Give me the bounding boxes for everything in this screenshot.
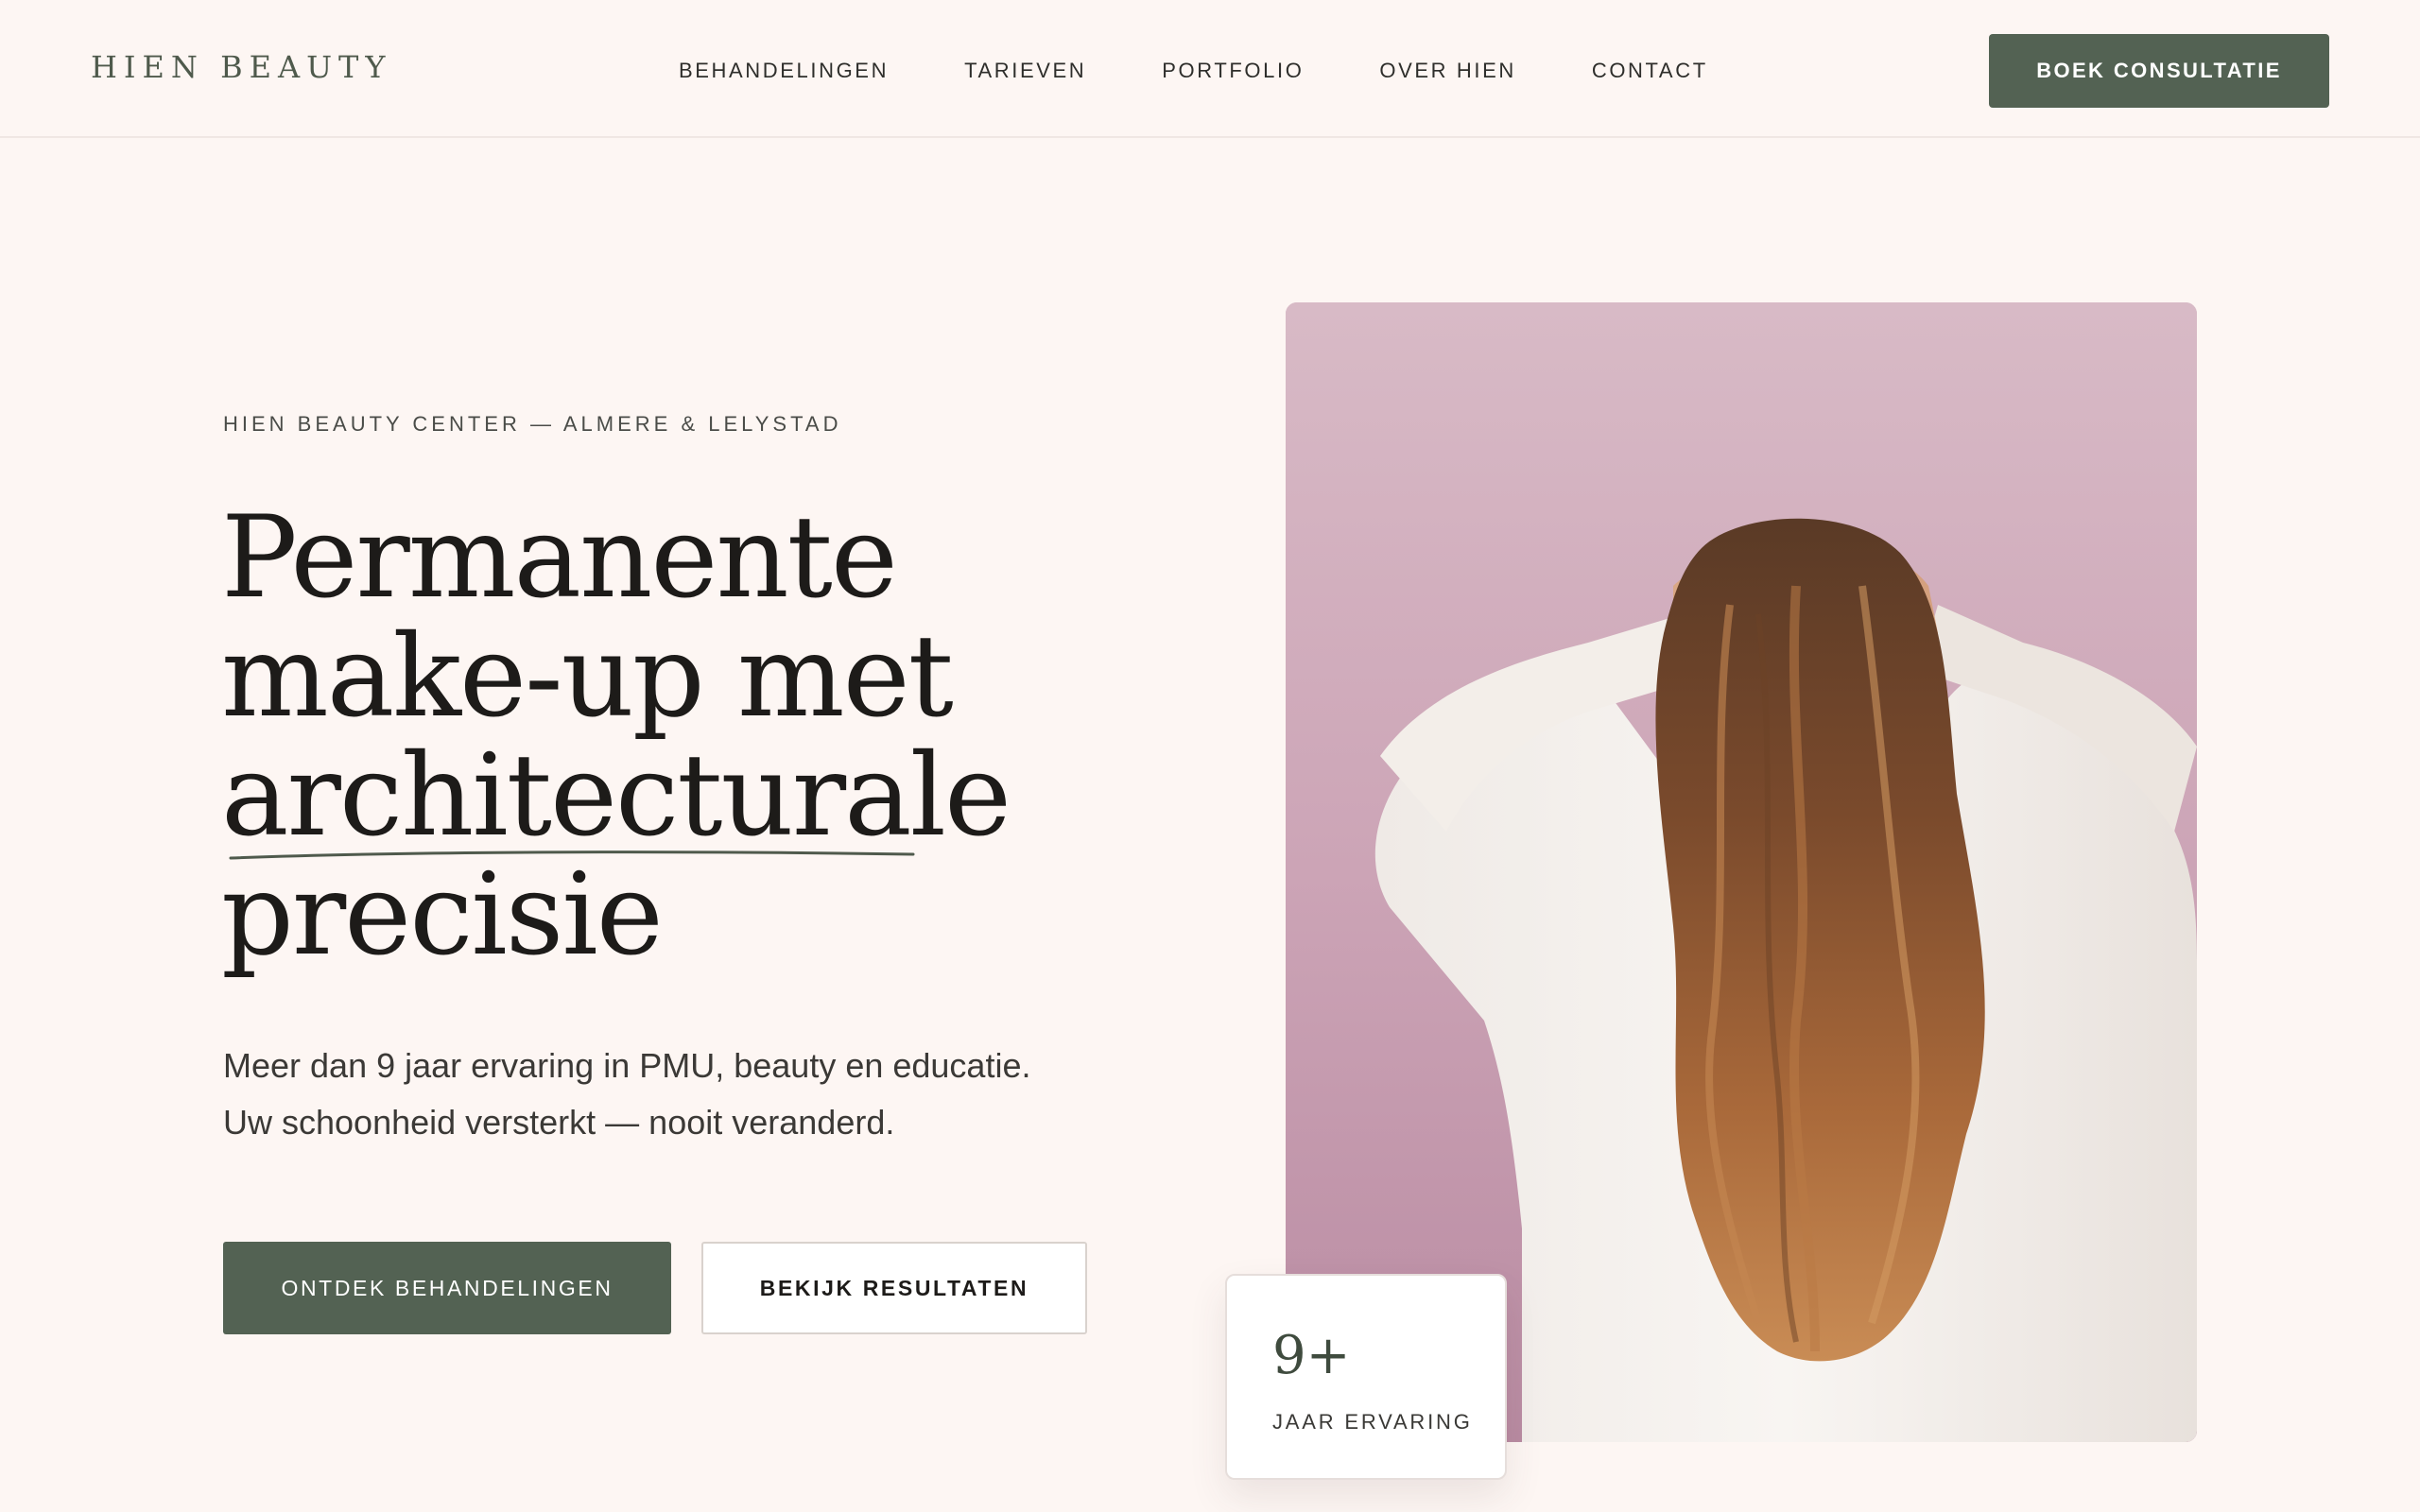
hero-eyebrow: HIEN BEAUTY CENTER — ALMERE & LELYSTAD [223, 412, 842, 436]
headline-underlined-word: architecturale [221, 737, 1011, 860]
brand-logo[interactable]: HIEN BEAUTY [91, 49, 392, 85]
hero-photo [1286, 302, 2197, 1442]
headline-line-3: architecturale [221, 730, 1011, 862]
nav-item-over-hien[interactable]: OVER HIEN [1379, 59, 1515, 83]
discover-treatments-button[interactable]: ONTDEK BEHANDELINGEN [223, 1242, 671, 1334]
stat-label: JAAR ERVARING [1272, 1410, 1473, 1434]
nav-item-tarieven[interactable]: TARIEVEN [964, 59, 1086, 83]
hero-headline: Permanente make-up met architecturale pr… [221, 499, 1072, 975]
headline-underline-stroke [229, 850, 915, 860]
lede-line-2: Uw schoonheid versterkt — nooit verander… [223, 1103, 895, 1142]
book-consultation-button[interactable]: BOEK CONSULTATIE [1989, 34, 2329, 108]
headline-line-2: make-up met [221, 611, 954, 743]
nav-item-behandelingen[interactable]: BEHANDELINGEN [679, 59, 889, 83]
headline-line-1: Permanente [221, 492, 898, 624]
hero-lede: Meer dan 9 jaar ervaring in PMU, beauty … [223, 1038, 1074, 1151]
nav-item-portfolio[interactable]: PORTFOLIO [1162, 59, 1304, 83]
headline-line-4: precisie [221, 850, 664, 981]
experience-stat-card: 9+ JAAR ERVARING [1225, 1274, 1507, 1480]
stat-value: 9+ [1272, 1325, 1351, 1386]
site-header: HIEN BEAUTY BEHANDELINGEN TARIEVEN PORTF… [0, 0, 2420, 138]
woman-with-long-hair-illustration [1286, 302, 2197, 1442]
headline-line-3-wrap: architecturale [221, 737, 1072, 860]
lede-line-1: Meer dan 9 jaar ervaring in PMU, beauty … [223, 1046, 1031, 1085]
view-results-button[interactable]: BEKIJK RESULTATEN [701, 1242, 1087, 1334]
main-nav: BEHANDELINGEN TARIEVEN PORTFOLIO OVER HI… [679, 59, 1708, 83]
nav-item-contact[interactable]: CONTACT [1592, 59, 1708, 83]
